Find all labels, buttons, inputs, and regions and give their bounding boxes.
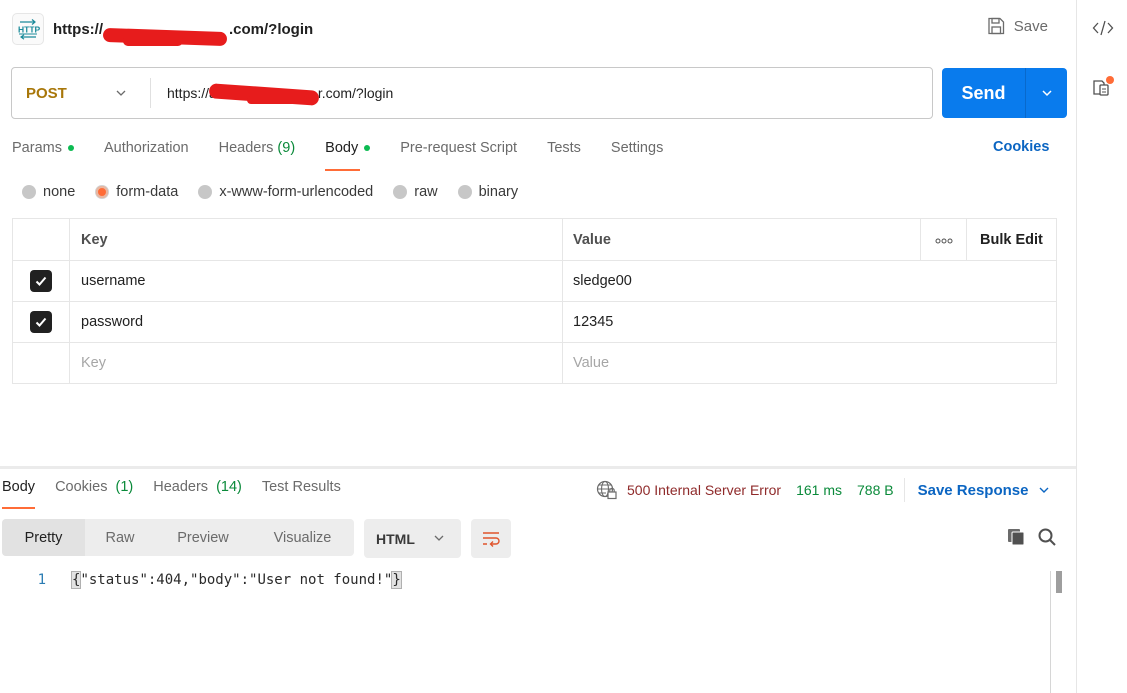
response-tab-cookies[interactable]: Cookies (1) bbox=[55, 479, 133, 499]
response-status-bar: 500 Internal Server Error 161 ms 788 B S… bbox=[596, 478, 1050, 502]
form-data-table: Key Value Bulk Edit username sledge00 pa… bbox=[12, 218, 1057, 384]
row-checkbox-cell bbox=[12, 260, 70, 302]
bulk-edit-button[interactable]: Bulk Edit bbox=[966, 218, 1057, 261]
status-dot bbox=[364, 145, 371, 151]
radio-form-data[interactable]: form-data bbox=[95, 184, 178, 200]
send-options-button[interactable] bbox=[1026, 68, 1067, 118]
svg-text:HTTP: HTTP bbox=[18, 25, 40, 35]
line-number: 1 bbox=[37, 572, 46, 588]
status-code[interactable]: 500 Internal Server Error bbox=[627, 482, 781, 498]
radio-binary[interactable]: binary bbox=[457, 184, 518, 200]
editor-scrollbar-thumb[interactable] bbox=[1056, 571, 1062, 593]
response-tab-body[interactable]: Body bbox=[2, 479, 36, 509]
table-row: username sledge00 bbox=[12, 260, 1057, 302]
header-checkbox-cell bbox=[12, 218, 70, 261]
right-sidebar bbox=[1076, 0, 1127, 693]
more-dots-icon bbox=[935, 238, 952, 243]
response-size[interactable]: 788 B bbox=[857, 482, 894, 498]
copy-icon[interactable] bbox=[1006, 527, 1026, 547]
divider bbox=[903, 478, 905, 502]
response-body-editor[interactable]: 1 {"status":404,"body":"User not found!"… bbox=[0, 571, 402, 589]
format-raw[interactable]: Raw bbox=[85, 519, 155, 556]
bracket-match: } bbox=[391, 571, 402, 589]
row-checkbox[interactable] bbox=[30, 311, 52, 333]
radio-indicator-selected bbox=[95, 185, 110, 199]
radio-raw[interactable]: raw bbox=[393, 184, 438, 200]
response-format-tabs: Pretty Raw Preview Visualize bbox=[2, 519, 354, 556]
row-checkbox-cell bbox=[12, 342, 70, 384]
response-tab-test-results[interactable]: Test Results bbox=[262, 479, 341, 499]
key-input-placeholder[interactable]: Key bbox=[69, 342, 563, 384]
search-icon[interactable] bbox=[1037, 527, 1057, 547]
save-button[interactable]: Save bbox=[986, 16, 1048, 36]
table-row-empty: Key Value bbox=[12, 342, 1057, 384]
radio-none[interactable]: none bbox=[22, 184, 75, 200]
radio-indicator bbox=[22, 185, 36, 199]
table-header-row: Key Value Bulk Edit bbox=[12, 218, 1057, 261]
radio-x-www-form-urlencoded[interactable]: x-www-form-urlencoded bbox=[198, 184, 373, 200]
url-bar: POST https://a r.com/?login bbox=[11, 67, 933, 119]
chevron-down-icon bbox=[434, 535, 444, 541]
status-dot bbox=[67, 145, 74, 151]
key-cell[interactable]: username bbox=[69, 260, 563, 302]
table-row: password 12345 bbox=[12, 301, 1057, 343]
response-time[interactable]: 161 ms bbox=[796, 482, 842, 498]
tab-settings[interactable]: Settings bbox=[611, 137, 663, 159]
format-visualize[interactable]: Visualize bbox=[251, 519, 354, 556]
wrap-lines-button[interactable] bbox=[471, 519, 511, 558]
url-input[interactable]: https://a r.com/?login bbox=[151, 83, 393, 106]
code-icon bbox=[1092, 20, 1113, 36]
tab-pre-request-script[interactable]: Pre-request Script bbox=[400, 137, 517, 159]
value-cell[interactable]: sledge00 bbox=[562, 260, 1057, 302]
documentation-button[interactable] bbox=[1077, 72, 1127, 102]
tab-params[interactable]: Params bbox=[12, 137, 74, 159]
key-cell[interactable]: password bbox=[69, 301, 563, 343]
chevron-down-icon bbox=[1041, 90, 1052, 97]
row-checkbox[interactable] bbox=[30, 270, 52, 292]
radio-indicator bbox=[393, 185, 408, 199]
language-select[interactable]: HTML bbox=[364, 519, 461, 558]
notification-dot bbox=[1105, 76, 1114, 84]
send-button-group: Send bbox=[942, 68, 1067, 118]
tab-tests[interactable]: Tests bbox=[547, 137, 581, 159]
tab-headers[interactable]: Headers (9) bbox=[219, 137, 296, 159]
value-input-placeholder[interactable]: Value bbox=[562, 342, 1057, 384]
code-line: {"status":404,"body":"User not found!"} bbox=[70, 571, 402, 589]
tab-body[interactable]: Body bbox=[325, 137, 371, 171]
response-tab-headers[interactable]: Headers (14) bbox=[153, 479, 242, 499]
code-snippet-button[interactable] bbox=[1077, 13, 1127, 43]
checkmark-icon bbox=[35, 317, 47, 327]
save-icon bbox=[988, 17, 1004, 35]
row-checkbox-cell bbox=[12, 301, 70, 343]
editor-scroll-track bbox=[1050, 571, 1051, 693]
column-header-key: Key bbox=[69, 218, 563, 261]
documentation-icon bbox=[1092, 76, 1114, 96]
response-tabs: Body Cookies (1) Headers (14) Test Resul… bbox=[2, 479, 361, 509]
chevron-down-icon bbox=[1039, 487, 1049, 493]
wrap-icon bbox=[483, 531, 500, 547]
cookies-link[interactable]: Cookies bbox=[993, 139, 1049, 155]
pane-resize-handle[interactable] bbox=[0, 466, 1076, 469]
chevron-down-icon bbox=[116, 90, 126, 96]
request-workspace: HTTP https://.com/?login Save POST https… bbox=[0, 0, 1076, 693]
format-preview[interactable]: Preview bbox=[155, 519, 251, 556]
globe-lock-icon[interactable] bbox=[596, 480, 618, 500]
method-select[interactable]: POST bbox=[12, 68, 150, 118]
checkmark-icon bbox=[35, 276, 47, 286]
request-header: HTTP https://.com/?login bbox=[12, 13, 1076, 46]
value-cell[interactable]: 12345 bbox=[562, 301, 1057, 343]
tab-authorization[interactable]: Authorization bbox=[104, 137, 189, 159]
format-pretty[interactable]: Pretty bbox=[2, 519, 85, 556]
save-response-button[interactable]: Save Response bbox=[918, 482, 1051, 499]
body-type-options: none form-data x-www-form-urlencoded raw… bbox=[22, 184, 538, 200]
column-header-value: Value bbox=[562, 218, 921, 261]
request-title[interactable]: https://.com/?login bbox=[53, 21, 313, 46]
http-icon: HTTP bbox=[12, 13, 44, 45]
more-options-button[interactable] bbox=[920, 218, 967, 261]
send-button[interactable]: Send bbox=[942, 68, 1026, 118]
request-tabs: Params Authorization Headers (9) Body Pre… bbox=[12, 137, 693, 171]
radio-indicator bbox=[198, 185, 213, 199]
radio-indicator bbox=[457, 185, 472, 199]
